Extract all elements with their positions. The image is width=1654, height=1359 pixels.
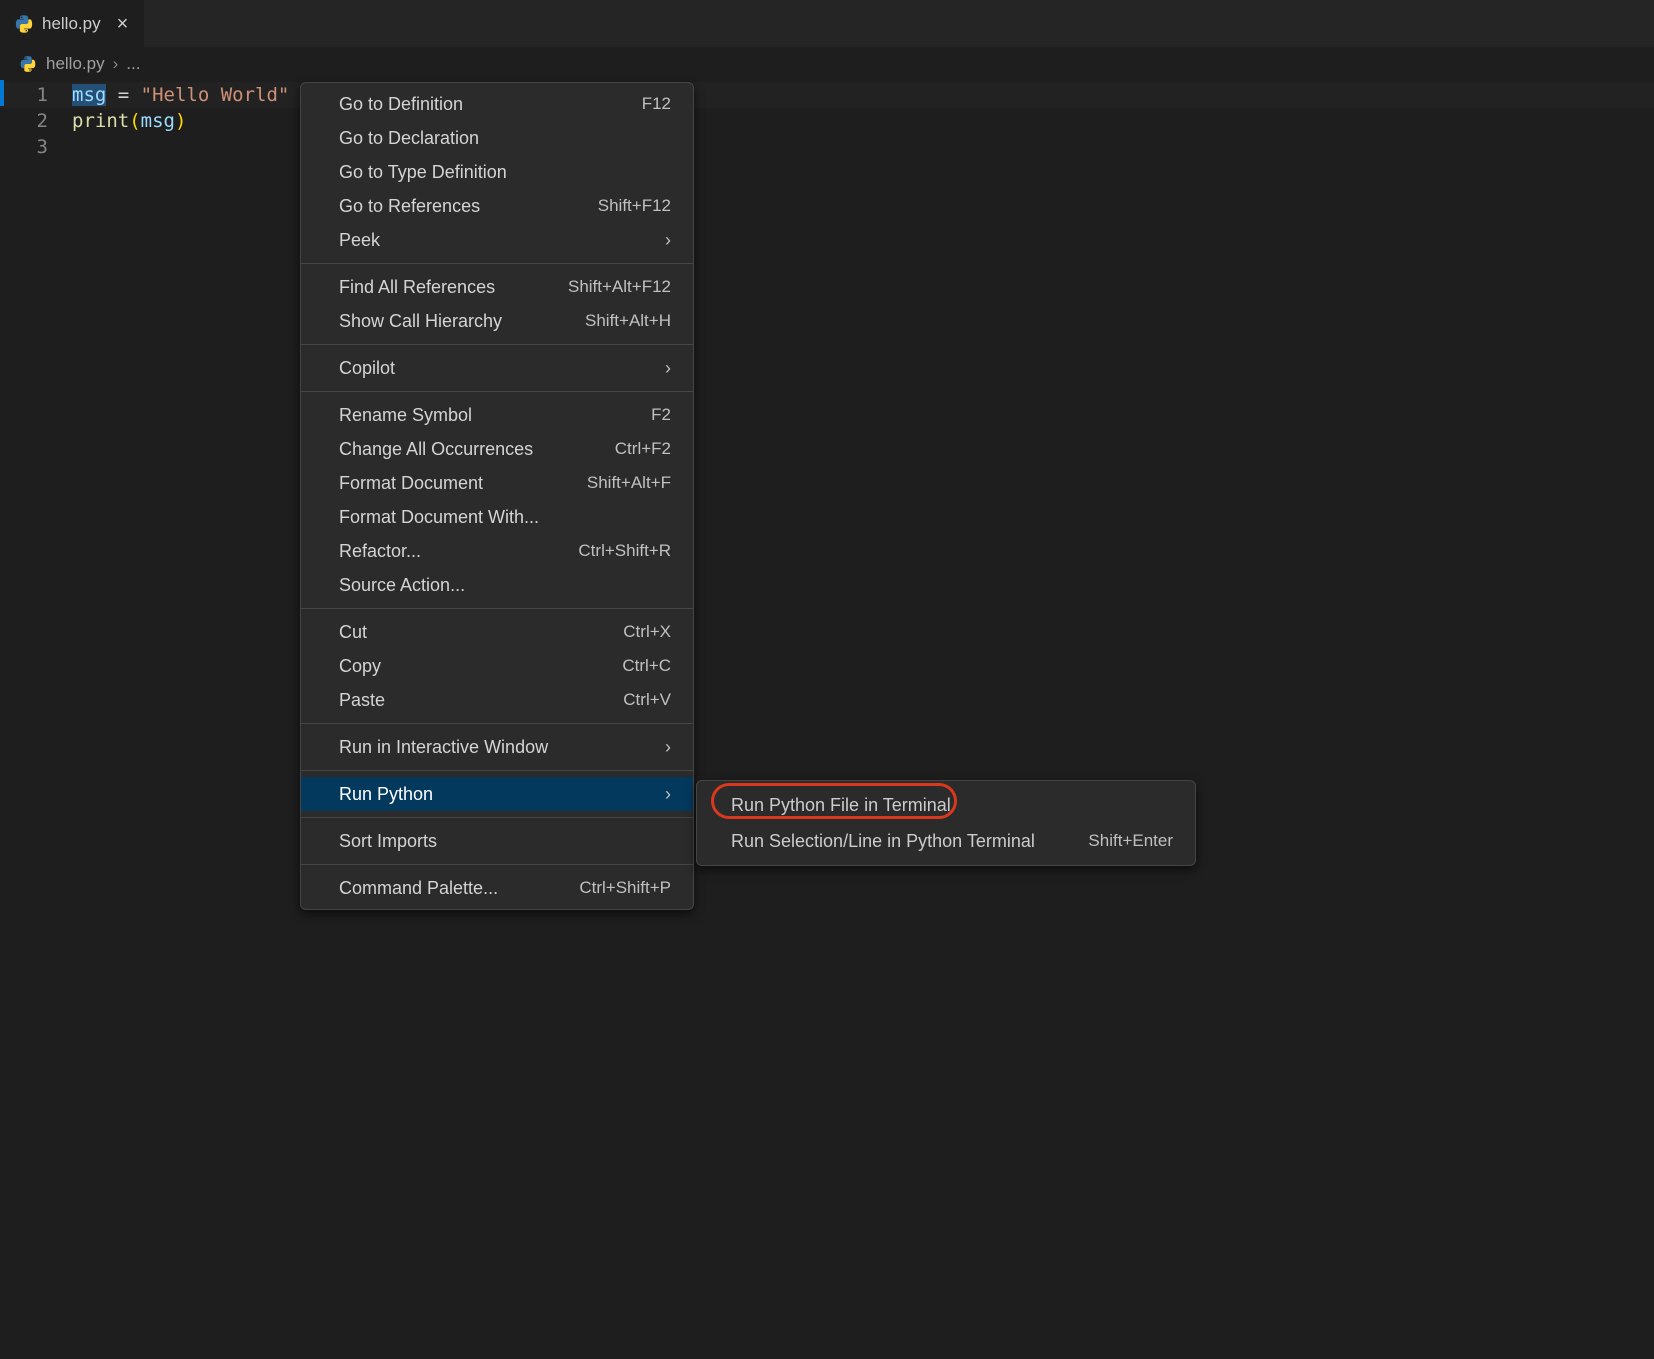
code-line-3[interactable]: 3 bbox=[0, 134, 1654, 160]
menu-separator bbox=[301, 770, 693, 771]
line-number: 3 bbox=[0, 134, 72, 160]
menu-refactor[interactable]: Refactor...Ctrl+Shift+R bbox=[301, 534, 693, 568]
menu-goto-definition[interactable]: Go to DefinitionF12 bbox=[301, 87, 693, 121]
menu-command-palette[interactable]: Command Palette...Ctrl+Shift+P bbox=[301, 871, 693, 905]
menu-separator bbox=[301, 723, 693, 724]
submenu-run-selection-in-terminal[interactable]: Run Selection/Line in Python Terminal Sh… bbox=[697, 823, 1195, 859]
chevron-right-icon: › bbox=[665, 784, 671, 805]
code-line-1[interactable]: 1 msg = "Hello World" bbox=[0, 82, 1654, 108]
python-icon bbox=[14, 14, 34, 34]
breadcrumb-file: hello.py bbox=[46, 54, 105, 74]
chevron-right-icon: › bbox=[665, 358, 671, 379]
context-menu: Go to DefinitionF12 Go to Declaration Go… bbox=[300, 82, 694, 910]
menu-paste[interactable]: PasteCtrl+V bbox=[301, 683, 693, 717]
menu-separator bbox=[301, 608, 693, 609]
tab-bar: hello.py × bbox=[0, 0, 1654, 48]
python-icon bbox=[18, 54, 38, 74]
menu-copilot[interactable]: Copilot› bbox=[301, 351, 693, 385]
menu-run-python[interactable]: Run Python› bbox=[301, 777, 693, 811]
menu-cut[interactable]: CutCtrl+X bbox=[301, 615, 693, 649]
close-icon[interactable]: × bbox=[115, 14, 131, 34]
menu-sort-imports[interactable]: Sort Imports bbox=[301, 824, 693, 858]
menu-goto-references[interactable]: Go to ReferencesShift+F12 bbox=[301, 189, 693, 223]
menu-separator bbox=[301, 391, 693, 392]
menu-source-action[interactable]: Source Action... bbox=[301, 568, 693, 602]
menu-find-all-references[interactable]: Find All ReferencesShift+Alt+F12 bbox=[301, 270, 693, 304]
tab-hello-py[interactable]: hello.py × bbox=[0, 0, 145, 47]
tab-label: hello.py bbox=[42, 14, 101, 34]
chevron-right-icon: › bbox=[665, 737, 671, 758]
menu-peek[interactable]: Peek› bbox=[301, 223, 693, 257]
menu-show-call-hierarchy[interactable]: Show Call HierarchyShift+Alt+H bbox=[301, 304, 693, 338]
submenu-run-file-in-terminal[interactable]: Run Python File in Terminal bbox=[697, 787, 1195, 823]
menu-copy[interactable]: CopyCtrl+C bbox=[301, 649, 693, 683]
menu-goto-type-definition[interactable]: Go to Type Definition bbox=[301, 155, 693, 189]
menu-rename-symbol[interactable]: Rename SymbolF2 bbox=[301, 398, 693, 432]
breadcrumb-ellipsis: ... bbox=[126, 54, 140, 74]
menu-separator bbox=[301, 344, 693, 345]
code-editor[interactable]: 1 msg = "Hello World" 2 print(msg) 3 bbox=[0, 80, 1654, 160]
menu-change-all-occurrences[interactable]: Change All OccurrencesCtrl+F2 bbox=[301, 432, 693, 466]
menu-run-interactive-window[interactable]: Run in Interactive Window› bbox=[301, 730, 693, 764]
menu-format-document-with[interactable]: Format Document With... bbox=[301, 500, 693, 534]
breadcrumb[interactable]: hello.py › ... bbox=[0, 48, 1654, 80]
menu-format-document[interactable]: Format DocumentShift+Alt+F bbox=[301, 466, 693, 500]
menu-goto-declaration[interactable]: Go to Declaration bbox=[301, 121, 693, 155]
menu-separator bbox=[301, 263, 693, 264]
menu-separator bbox=[301, 864, 693, 865]
chevron-right-icon: › bbox=[113, 54, 119, 74]
menu-separator bbox=[301, 817, 693, 818]
chevron-right-icon: › bbox=[665, 230, 671, 251]
line-number: 1 bbox=[0, 82, 72, 108]
line-number: 2 bbox=[0, 108, 72, 134]
line-decoration bbox=[0, 80, 4, 106]
run-python-submenu: Run Python File in Terminal Run Selectio… bbox=[696, 780, 1196, 866]
code-line-2[interactable]: 2 print(msg) bbox=[0, 108, 1654, 134]
